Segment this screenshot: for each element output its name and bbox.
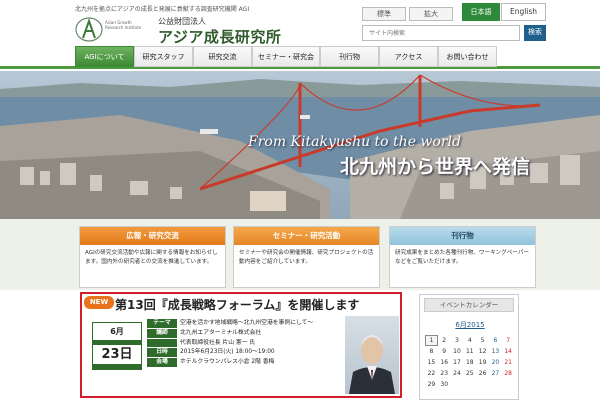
card-seminar-research[interactable]: セミナー・研究活動 セミナーや研究会の開催情報、研究プロジェクトの活動内容をご紹… [233,226,380,288]
calendar-day [451,379,464,390]
calendar-month[interactable]: 6月2015 [420,320,520,330]
info-label: 講師 [147,329,177,338]
nav-item-about[interactable]: AGIについて [75,46,134,67]
calendar-day[interactable]: 7 [502,335,515,346]
calendar-day [476,379,489,390]
calendar-day[interactable]: 4 [463,335,476,346]
event-calendar: イベントカレンダー 6月2015 1 2 3 4 5 6 7 8 9 10 11… [419,294,519,400]
calendar-day[interactable]: 13 [489,346,502,357]
calendar-day[interactable]: 22 [425,368,438,379]
card-pr-exchange[interactable]: 広報・研究交流 AGIの研究交流活動や広報に関する情報をお知らせします。国内外の… [79,226,226,288]
calendar-day[interactable]: 27 [489,368,502,379]
font-size-large-button[interactable]: 拡大 [409,7,453,21]
info-row-speaker: 講師 北九州エアターミナル株式会社 [147,329,343,339]
card-body: セミナーや研究会の開催情報、研究プロジェクトの活動内容をご紹介しています。 [239,250,374,265]
calendar-day[interactable]: 15 [425,357,438,368]
calendar-day [463,379,476,390]
calendar-day[interactable]: 5 [476,335,489,346]
search-button[interactable]: 検索 [524,25,546,41]
calendar-day[interactable]: 30 [438,379,451,390]
calendar-day[interactable]: 25 [463,368,476,379]
lang-english-button[interactable]: English [501,3,546,21]
speaker-photo-icon [349,335,395,394]
calendar-day[interactable]: 18 [463,357,476,368]
card-body: 研究成果をまとめた各種刊行物、ワーキングペーパーなどをご覧いただけます。 [395,250,530,265]
calendar-day[interactable]: 20 [489,357,502,368]
info-value: 北九州エアターミナル株式会社 [180,330,262,336]
nav-item-access[interactable]: アクセス [379,46,438,67]
hero-english-text: From Kitakyushu to the world [248,134,461,150]
calendar-day[interactable]: 6 [489,335,502,346]
calendar-day[interactable]: 14 [502,346,515,357]
card-publications[interactable]: 刊行物 研究成果をまとめた各種刊行物、ワーキングペーパーなどをご覧いただけます。 [389,226,536,288]
card-body: AGIの研究交流活動や広報に関する情報をお知らせします。国内外の研究者との交流を… [85,250,218,265]
agi-logo-icon[interactable] [75,17,103,42]
info-row-speaker-name: 代表取締役社長 片山 憲一 氏 [147,339,343,348]
calendar-heading: イベントカレンダー [424,298,514,312]
calendar-day[interactable]: 17 [451,357,464,368]
calendar-day[interactable]: 3 [451,335,464,346]
calendar-day[interactable]: 21 [502,357,515,368]
calendar-day[interactable]: 12 [476,346,489,357]
nav-item-seminar[interactable]: セミナー・研究会 [252,46,320,67]
event-info: テーマ 空港を活かす地域戦略～北九州空港を事例にして～ 講師 北九州エアターミナ… [147,319,343,368]
tagline: 北九州を拠点にアジアの成長と発展に貢献する調査研究機関 AGI [75,6,250,13]
search-input[interactable] [362,25,520,41]
nav-item-exchange[interactable]: 研究交流 [193,46,252,67]
card-title[interactable]: セミナー・研究活動 [234,227,379,245]
calendar-day[interactable]: 28 [502,368,515,379]
event-banner[interactable]: NEW 第13回『成長戦略フォーラム』を開催します 6月 23日 テーマ 空港を… [80,292,402,398]
info-value: 代表取締役社長 片山 憲一 氏 [180,340,256,346]
lang-japanese-button[interactable]: 日本語 [462,3,500,21]
info-value: 2015年6月23日(火) 18:00～19:00 [180,349,275,355]
event-day: 23日 [93,345,141,364]
info-value: ホテルクラウンパレス小倉 2階 香梅 [180,359,275,365]
calendar-day[interactable]: 19 [476,357,489,368]
calendar-day[interactable]: 16 [438,357,451,368]
logo-english-text: Asian Growth Research Institute [105,20,142,30]
page: 北九州を拠点にアジアの成長と発展に貢献する調査研究機関 AGI Asian Gr… [0,0,600,400]
info-label [147,339,177,347]
calendar-day[interactable]: 2 [438,335,451,346]
new-badge: NEW [84,296,114,309]
info-value: 空港を活かす地域戦略～北九州空港を事例にして～ [180,320,314,326]
event-date: 6月 23日 [92,322,142,370]
info-label: テーマ [147,319,177,328]
calendar-day[interactable]: 9 [438,346,451,357]
calendar-day[interactable]: 8 [425,346,438,357]
nav-item-contact[interactable]: お問い合わせ [438,46,497,67]
hero-banner: From Kitakyushu to the world 北九州から世界へ発信 [0,71,600,219]
info-row-datetime: 日時 2015年6月23日(火) 18:00～19:00 [147,348,343,358]
info-row-theme: テーマ 空港を活かす地域戦略～北九州空港を事例にして～ [147,319,343,329]
calendar-grid: 1 2 3 4 5 6 7 8 9 10 11 12 13 14 15 16 1… [425,335,515,390]
nav-item-publications[interactable]: 刊行物 [320,46,379,67]
event-month: 6月 [93,323,141,340]
calendar-day[interactable]: 23 [438,368,451,379]
info-row-venue: 会場 ホテルクラウンパレス小倉 2階 香梅 [147,358,343,368]
event-title[interactable]: 第13回『成長戦略フォーラム』を開催します [115,296,359,313]
calendar-day [489,379,502,390]
card-title[interactable]: 広報・研究交流 [80,227,225,245]
font-size-standard-button[interactable]: 標準 [362,7,406,21]
calendar-day[interactable]: 26 [476,368,489,379]
calendar-day[interactable]: 29 [425,379,438,390]
calendar-day[interactable]: 10 [451,346,464,357]
calendar-day[interactable]: 11 [463,346,476,357]
info-label: 日時 [147,348,177,357]
speaker-portrait [345,316,399,394]
card-title[interactable]: 刊行物 [390,227,535,245]
hero-japanese-text: 北九州から世界へ発信 [340,156,531,178]
info-label: 会場 [147,358,177,367]
main-nav: AGIについて 研究スタッフ 研究交流 セミナー・研究会 刊行物 アクセス お問… [0,43,600,69]
category-cards: 広報・研究交流 AGIの研究交流活動や広報に関する情報をお知らせします。国内外の… [0,219,600,290]
nav-item-staff[interactable]: 研究スタッフ [134,46,193,67]
calendar-day[interactable]: 24 [451,368,464,379]
calendar-day[interactable]: 1 [425,335,438,346]
calendar-day [502,379,515,390]
